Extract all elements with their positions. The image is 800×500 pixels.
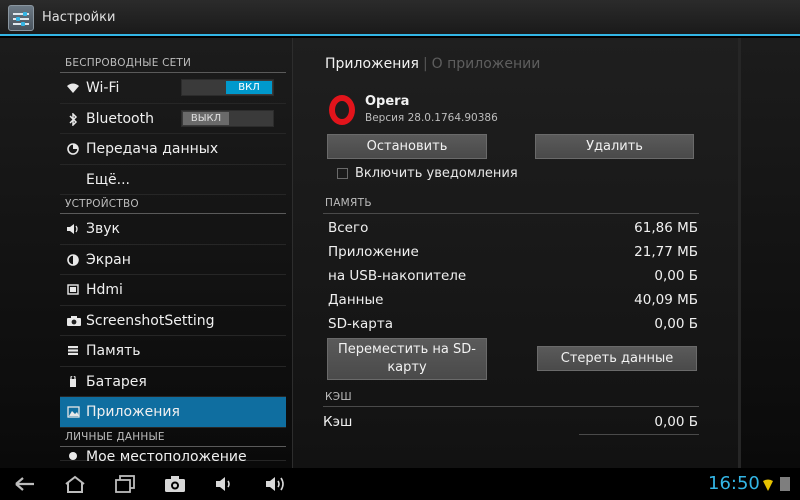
recent-apps-icon[interactable]	[114, 474, 136, 494]
sidebar-item-data-usage[interactable]: Передача данных	[60, 134, 286, 165]
sidebar-item-apps[interactable]: Приложения	[60, 397, 286, 428]
cache-divider	[323, 406, 699, 407]
app-name: Opera	[365, 94, 410, 109]
breadcrumb: Приложения | О приложении	[325, 56, 541, 72]
sidebar-item-screenshot-setting[interactable]: ScreenshotSetting	[60, 306, 286, 336]
uninstall-button[interactable]: Удалить	[535, 134, 694, 159]
back-icon[interactable]	[14, 474, 36, 494]
storage-icon	[66, 345, 80, 358]
sd-card-icon	[780, 477, 790, 491]
sidebar-item-label: Приложения	[86, 404, 180, 420]
memory-divider	[323, 213, 699, 214]
wifi-icon	[66, 82, 80, 95]
section-header-personal: ЛИЧНЫЕ ДАННЫЕ	[60, 428, 286, 447]
clear-data-button[interactable]: Стереть данные	[537, 346, 697, 371]
bluetooth-toggle[interactable]: ВЫКЛ	[181, 109, 274, 127]
sidebar-item-sound[interactable]: Звук	[60, 214, 286, 245]
sidebar-item-label: Hdmi	[86, 282, 123, 298]
apps-icon	[66, 406, 80, 419]
volume-down-icon[interactable]	[214, 474, 234, 494]
clear-cache-divider	[579, 434, 699, 435]
camera-icon	[66, 315, 81, 328]
location-icon	[66, 451, 80, 464]
section-header-device: УСТРОЙСТВО	[60, 195, 286, 214]
memory-row-value: 21,77 МБ	[634, 244, 698, 260]
volume-icon	[66, 223, 80, 236]
sidebar-item-label: Экран	[86, 251, 131, 268]
sidebar-item-hdmi[interactable]: Hdmi	[60, 275, 286, 306]
sidebar-item-label: ScreenshotSetting	[86, 312, 215, 329]
sidebar-item-label: Батарея	[86, 373, 147, 390]
sidebar-item-location[interactable]: Мое местоположение	[60, 447, 286, 465]
sidebar-item-wifi[interactable]: Wi-Fi ВКЛ	[60, 73, 286, 104]
breadcrumb-app-info: О приложении	[431, 56, 541, 72]
memory-header: ПАМЯТЬ	[325, 197, 372, 209]
memory-row-label: Всего	[328, 220, 369, 236]
sidebar-item-battery[interactable]: Батарея	[60, 367, 286, 397]
memory-row-value: 61,86 МБ	[634, 220, 698, 236]
cache-header: КЭШ	[325, 391, 352, 403]
bluetooth-icon	[66, 111, 80, 127]
stop-button[interactable]: Остановить	[327, 134, 487, 159]
app-version: Версия 28.0.1764.90386	[365, 112, 498, 124]
memory-row-label: Данные	[328, 292, 384, 308]
cache-row-value: 0,00 Б	[654, 414, 698, 430]
screenshot-icon[interactable]	[164, 474, 186, 494]
sidebar-item-display[interactable]: Экран	[60, 245, 286, 275]
memory-row-value: 0,00 Б	[654, 268, 698, 284]
section-header-wireless: БЕСПРОВОДНЫЕ СЕТИ	[60, 54, 286, 73]
brightness-icon	[66, 253, 80, 267]
wifi-toggle[interactable]: ВКЛ	[181, 79, 274, 96]
opera-logo-icon	[329, 95, 355, 125]
sidebar-item-bluetooth[interactable]: Bluetooth ВЫКЛ	[60, 104, 286, 134]
app-details-pane: Приложения | О приложении Opera Версия 28.…	[292, 38, 738, 468]
sidebar-item-label: Bluetooth	[86, 110, 154, 127]
bluetooth-toggle-state: ВЫКЛ	[183, 111, 229, 125]
notifications-checkbox[interactable]	[337, 168, 348, 179]
memory-row-value: 0,00 Б	[654, 316, 698, 332]
memory-row-label: SD-карта	[328, 316, 393, 332]
app-title: Настройки	[42, 10, 116, 25]
wifi-toggle-state: ВКЛ	[226, 81, 272, 94]
sidebar-item-label: Передача данных	[86, 141, 219, 157]
sidebar-item-label: Память	[86, 343, 141, 359]
pane-edge	[738, 38, 741, 468]
settings-list: БЕСПРОВОДНЫЕ СЕТИ Wi-Fi ВКЛ Bluetooth ВЫ…	[60, 54, 286, 468]
sidebar-item-label: Ещё...	[86, 171, 130, 188]
hdmi-icon	[66, 284, 80, 297]
action-bar: Настройки	[0, 0, 800, 36]
notifications-label: Включить уведомления	[355, 166, 518, 181]
volume-up-icon[interactable]	[264, 474, 288, 494]
wifi-signal-icon	[762, 477, 774, 491]
move-to-sd-button[interactable]: Переместить на SD-карту	[327, 338, 487, 380]
sidebar-item-label: Wi-Fi	[86, 80, 120, 96]
home-icon[interactable]	[64, 474, 86, 494]
sidebar-item-more[interactable]: Ещё...	[60, 165, 286, 195]
status-clock: 16:50	[708, 473, 760, 494]
sidebar-item-label: Звук	[86, 221, 120, 237]
breadcrumb-apps[interactable]: Приложения	[325, 56, 419, 72]
settings-app-icon[interactable]	[8, 5, 34, 31]
memory-row-label: Приложение	[328, 244, 419, 260]
navigation-bar	[0, 468, 800, 500]
sidebar-item-storage[interactable]: Память	[60, 336, 286, 367]
cache-row-label: Кэш	[323, 414, 353, 430]
main-area: БЕСПРОВОДНЫЕ СЕТИ Wi-Fi ВКЛ Bluetooth ВЫ…	[0, 38, 800, 468]
battery-icon	[66, 374, 80, 389]
memory-row-value: 40,09 МБ	[634, 292, 698, 308]
data-usage-icon	[66, 143, 80, 156]
sidebar-item-label: Мое местоположение	[86, 448, 247, 465]
memory-row-label: на USB-накопителе	[328, 268, 467, 284]
